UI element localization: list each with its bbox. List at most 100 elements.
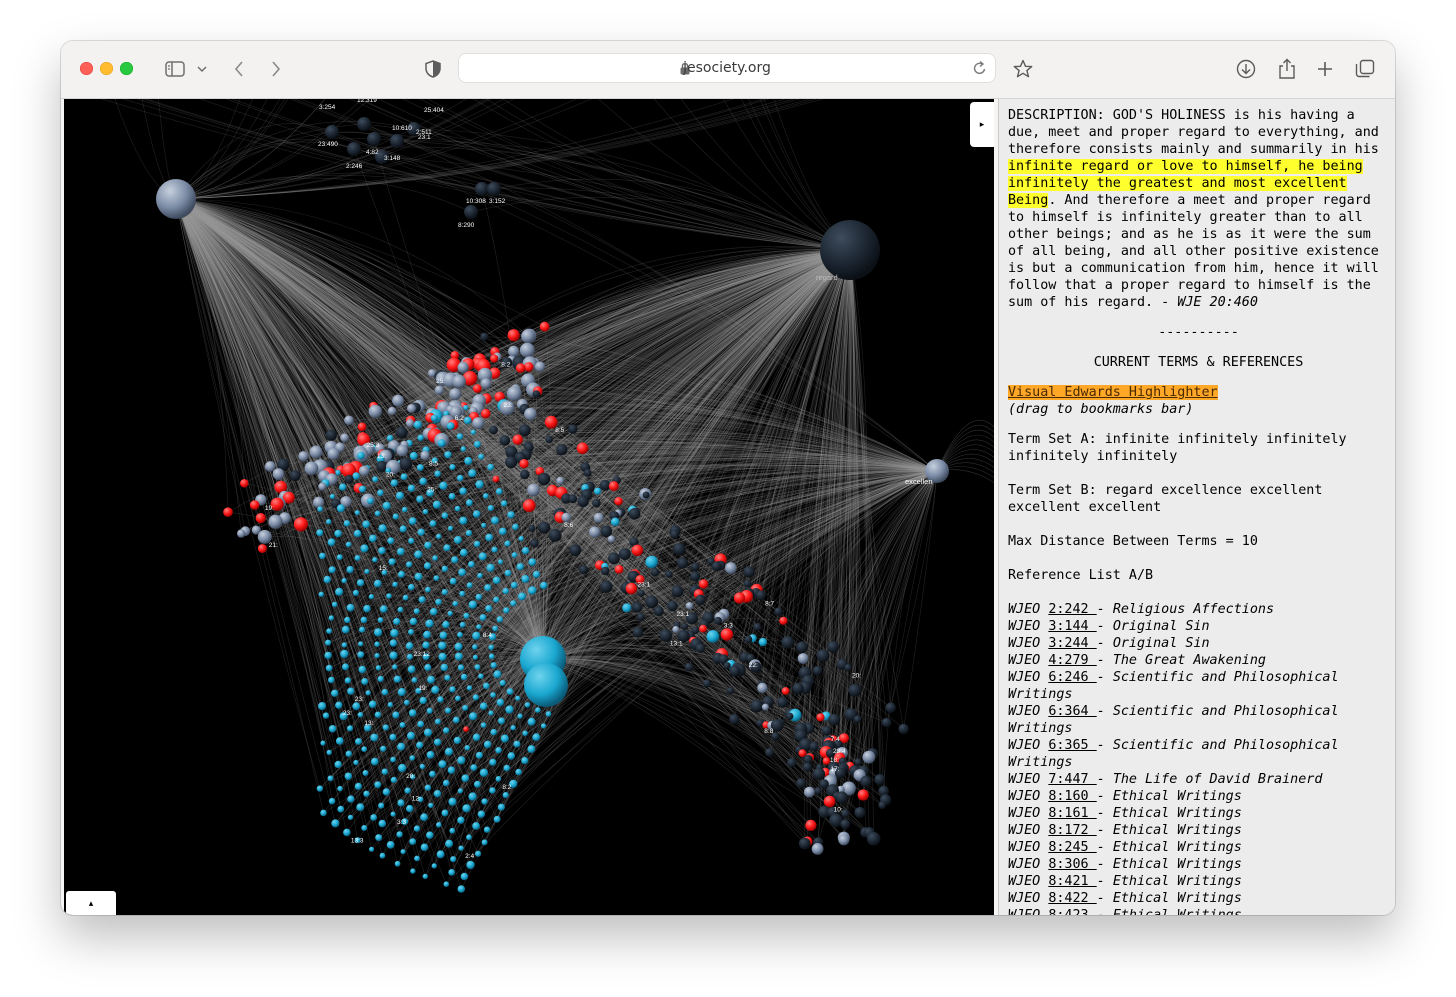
- graph-node[interactable]: [335, 737, 344, 745]
- graph-node[interactable]: [331, 819, 340, 828]
- graph-node[interactable]: [324, 651, 332, 660]
- graph-node[interactable]: [438, 760, 447, 769]
- graph-node[interactable]: [504, 569, 512, 577]
- graph-node[interactable]: [377, 617, 384, 623]
- graph-node[interactable]: [462, 704, 469, 711]
- graph-node[interactable]: [538, 521, 551, 534]
- graph-node[interactable]: [460, 872, 469, 881]
- graph-node[interactable]: [472, 694, 479, 701]
- graph-node[interactable]: [437, 439, 446, 448]
- graph-node[interactable]: [325, 664, 333, 672]
- graph-node[interactable]: [334, 529, 342, 538]
- graph-node[interactable]: [436, 533, 442, 540]
- graph-node[interactable]: [370, 814, 378, 821]
- graph-node[interactable]: [337, 785, 343, 792]
- graph-node[interactable]: [495, 488, 503, 495]
- graph-node[interactable]: [614, 565, 624, 574]
- graph-node[interactable]: [862, 750, 876, 764]
- graph-node[interactable]: [814, 787, 822, 795]
- graph-node[interactable]: [387, 406, 397, 416]
- graph-node[interactable]: [592, 498, 601, 508]
- graph-node[interactable]: [488, 653, 495, 660]
- graph-node[interactable]: [382, 788, 391, 796]
- graph-node[interactable]: [317, 506, 323, 512]
- graph-node[interactable]: [470, 764, 478, 771]
- graph-node[interactable]: [389, 733, 397, 741]
- graph-node[interactable]: [487, 505, 494, 512]
- graph-node[interactable]: [492, 625, 499, 632]
- graph-node[interactable]: [816, 713, 825, 722]
- graph-node[interactable]: [354, 555, 361, 561]
- graph-node[interactable]: [416, 741, 424, 749]
- graph-node[interactable]: [480, 722, 487, 728]
- graph-node[interactable]: [356, 579, 365, 587]
- graph-node[interactable]: [419, 696, 427, 705]
- graph-node[interactable]: [423, 630, 431, 639]
- graph-node[interactable]: [370, 733, 379, 742]
- graph-node[interactable]: [426, 707, 433, 715]
- graph-node[interactable]: [443, 727, 450, 734]
- graph-node[interactable]: [458, 568, 466, 577]
- graph-node[interactable]: [406, 804, 414, 813]
- graph-node[interactable]: [479, 702, 488, 710]
- graph-node[interactable]: [475, 850, 482, 857]
- graph-node[interactable]: [637, 589, 645, 597]
- collapse-panel-button[interactable]: ▸: [970, 102, 994, 147]
- graph-node[interactable]: [472, 822, 480, 830]
- graph-node[interactable]: [368, 700, 377, 709]
- graph-node[interactable]: [706, 630, 720, 643]
- graph-node[interactable]: [419, 763, 426, 770]
- graph-node[interactable]: [400, 473, 408, 481]
- graph-node[interactable]: [387, 702, 393, 708]
- graph-node[interactable]: [468, 561, 475, 568]
- graph-node[interactable]: [515, 363, 526, 373]
- graph-node[interactable]: [466, 860, 475, 870]
- graph-node[interactable]: [390, 134, 404, 148]
- graph-node[interactable]: [632, 627, 644, 638]
- graph-node[interactable]: [625, 582, 638, 595]
- graph-node[interactable]: [600, 580, 613, 593]
- graph-node[interactable]: [255, 513, 266, 524]
- reference-link[interactable]: 4:279: [1048, 653, 1096, 668]
- graph-node[interactable]: [390, 629, 399, 638]
- graph-node[interactable]: [487, 182, 501, 196]
- graph-node[interactable]: [451, 556, 459, 564]
- graph-node[interactable]: [428, 802, 434, 809]
- graph-node[interactable]: [374, 653, 380, 659]
- graph-node[interactable]: [472, 644, 478, 650]
- graph-node[interactable]: [520, 469, 530, 480]
- graph-node[interactable]: [361, 746, 368, 753]
- graph-node[interactable]: [518, 535, 524, 542]
- graph-node[interactable]: [408, 709, 417, 717]
- graph-node[interactable]: [406, 561, 413, 568]
- graph-hub-node[interactable]: [524, 663, 568, 707]
- graph-node[interactable]: [720, 628, 734, 641]
- graph-node[interactable]: [417, 720, 425, 728]
- graph-node[interactable]: [631, 544, 643, 556]
- graph-node[interactable]: [472, 654, 478, 660]
- graph-node[interactable]: [445, 839, 454, 848]
- download-icon[interactable]: [1235, 55, 1257, 83]
- graph-node[interactable]: [844, 664, 852, 672]
- graph-node[interactable]: [399, 722, 406, 728]
- graph-node[interactable]: [607, 535, 616, 543]
- graph-node[interactable]: [473, 440, 481, 448]
- graph-node[interactable]: [403, 699, 410, 706]
- graph-node[interactable]: [409, 617, 418, 626]
- graph-node[interactable]: [362, 520, 371, 529]
- graph-node[interactable]: [393, 675, 402, 683]
- graph-node[interactable]: [522, 730, 528, 737]
- graph-node[interactable]: [390, 756, 396, 763]
- graph-node[interactable]: [392, 581, 398, 588]
- graph-node[interactable]: [381, 768, 388, 775]
- graph-node[interactable]: [456, 433, 464, 440]
- graph-node[interactable]: [414, 855, 420, 862]
- graph-node[interactable]: [522, 499, 536, 513]
- graph-node[interactable]: [490, 692, 496, 698]
- graph-node[interactable]: [504, 540, 511, 547]
- graph-node[interactable]: [313, 496, 325, 508]
- graph-node[interactable]: [464, 745, 471, 751]
- graph-node[interactable]: [377, 489, 384, 497]
- graph-node[interactable]: [346, 603, 355, 612]
- graph-node[interactable]: [429, 770, 436, 778]
